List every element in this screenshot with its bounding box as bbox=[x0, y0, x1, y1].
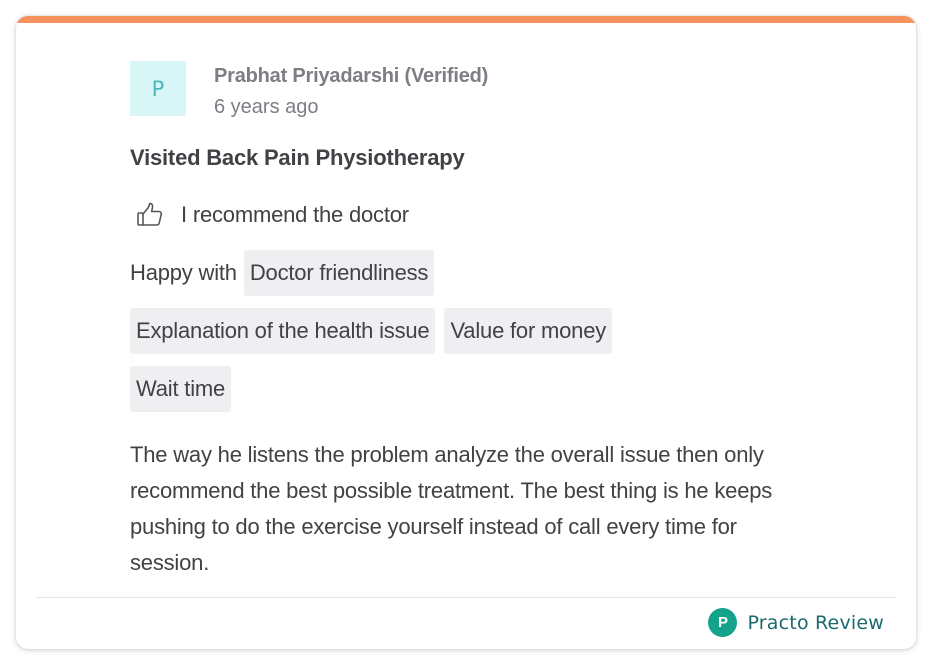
happy-with-label: Happy with bbox=[130, 260, 237, 285]
avatar: P bbox=[130, 61, 186, 116]
chip-row: Explanation of the health issue Value fo… bbox=[130, 308, 613, 354]
chip-row: Wait time bbox=[130, 366, 232, 412]
divider bbox=[36, 597, 896, 598]
reviewer-name: Prabhat Priyadarshi (Verified) bbox=[214, 65, 489, 87]
review-source[interactable]: P Practo Review bbox=[708, 608, 884, 637]
practo-logo-icon: P bbox=[708, 608, 738, 637]
review-timestamp: 6 years ago bbox=[214, 96, 319, 118]
review-body: The way he listens the problem analyze t… bbox=[130, 442, 773, 575]
accent-bar bbox=[16, 16, 916, 23]
happy-with-row: Happy with Doctor friendliness bbox=[130, 250, 435, 296]
recommendation: I recommend the doctor bbox=[136, 202, 409, 228]
review-source-label: Practo Review bbox=[747, 611, 884, 634]
feedback-chip: Doctor friendliness bbox=[243, 250, 435, 296]
feedback-chip: Explanation of the health issue bbox=[130, 308, 436, 354]
thumbs-up-icon bbox=[137, 202, 163, 226]
feedback-chip: Value for money bbox=[444, 308, 613, 354]
recommendation-text: I recommend the doctor bbox=[181, 202, 409, 227]
visit-title: Visited Back Pain Physiotherapy bbox=[130, 145, 465, 170]
feedback-chip: Wait time bbox=[130, 366, 232, 412]
review-card: P Prabhat Priyadarshi (Verified) 6 years… bbox=[16, 16, 916, 649]
